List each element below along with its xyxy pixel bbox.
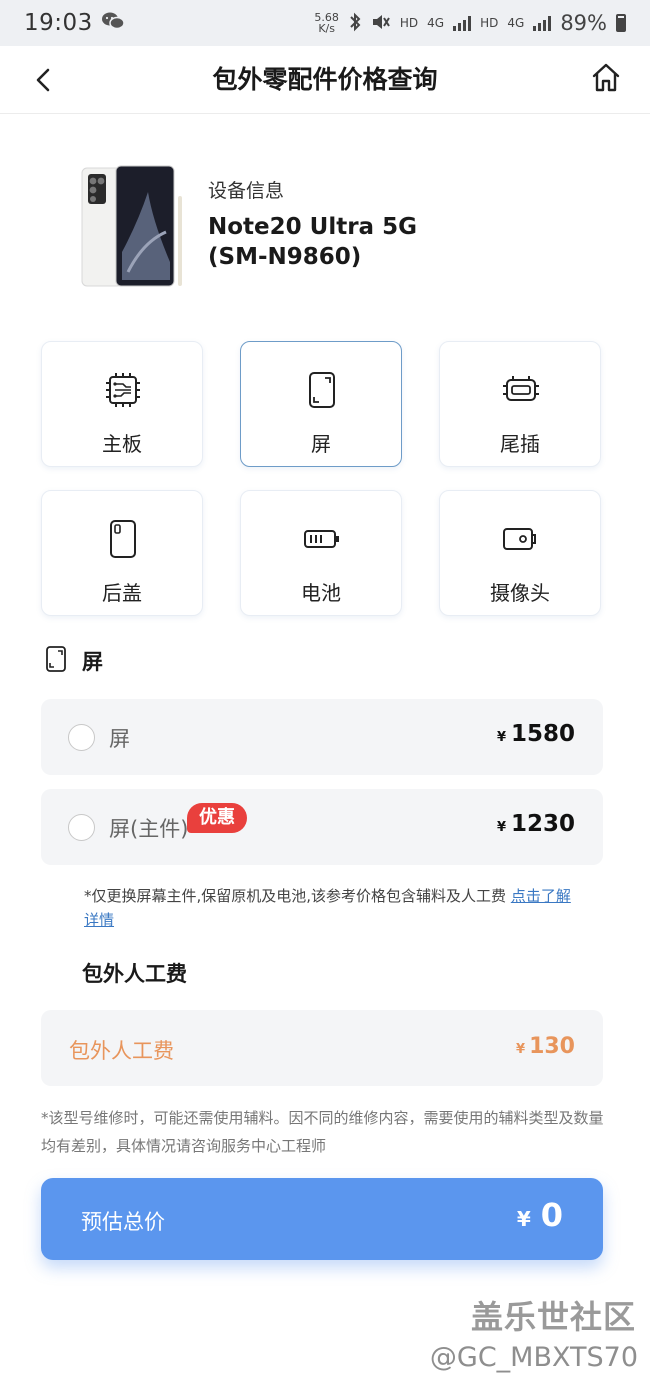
total-label: 预估总价 xyxy=(81,1210,165,1234)
battery-percent: 89% xyxy=(560,11,607,35)
network-type-1: 4G xyxy=(427,16,445,30)
labor-fee-row: 包外人工费 ¥130 xyxy=(41,1010,603,1086)
device-model-line1: Note20 Ultra 5G xyxy=(208,214,417,240)
option-name: 屏(主件) xyxy=(109,817,189,841)
part-label: 屏 xyxy=(311,432,331,456)
network-speed: 5.68 K/s xyxy=(314,11,339,35)
part-card-screen[interactable]: 屏 xyxy=(240,341,402,467)
watermark-user: @GC_MBXTS70 xyxy=(429,1342,638,1373)
device-info-label: 设备信息 xyxy=(208,180,285,202)
wechat-icon xyxy=(101,11,125,36)
device-model: Note20 Ultra 5G (SM-N9860) xyxy=(208,212,417,272)
labor-fee-name: 包外人工费 xyxy=(69,1039,174,1063)
battery-icon xyxy=(304,530,339,548)
part-label: 尾插 xyxy=(500,432,540,456)
device-image xyxy=(78,162,196,292)
option-name: 屏 xyxy=(109,727,130,751)
signal-icon-2 xyxy=(533,15,552,31)
section-title: 屏 xyxy=(82,650,103,674)
estimated-total-bar[interactable]: 预估总价 ¥0 xyxy=(41,1178,603,1260)
option-note: *仅更换屏幕主件,保留原机及电池,该参考价格包含辅料及人工费 点击了解详情 xyxy=(84,887,571,929)
battery-status-icon xyxy=(616,14,626,32)
mute-icon xyxy=(371,13,391,34)
labor-section-title: 包外人工费 xyxy=(82,962,187,986)
discount-badge: 优惠 xyxy=(187,803,247,833)
part-label: 后盖 xyxy=(102,581,142,605)
hd-label-1: HD xyxy=(399,16,419,30)
part-label: 主板 xyxy=(102,432,142,456)
total-amount: ¥0 xyxy=(516,1196,563,1234)
option-price: ¥1230 xyxy=(496,811,575,837)
screen-icon xyxy=(309,372,335,408)
part-label: 电池 xyxy=(301,581,341,605)
accessory-note: *该型号维修时，可能还需使用辅料。因不同的维修内容，需要使用的辅料类型及数量均有… xyxy=(41,1109,604,1155)
part-card-camera[interactable]: 摄像头 xyxy=(439,490,601,616)
part-card-back-cover[interactable]: 后盖 xyxy=(41,490,203,616)
back-cover-icon xyxy=(110,520,136,558)
signal-icon-1 xyxy=(453,15,472,31)
price-option-screen[interactable]: 屏 ¥1580 xyxy=(41,699,603,775)
page-title: 包外零配件价格查询 xyxy=(212,65,438,94)
part-card-battery[interactable]: 电池 xyxy=(240,490,402,616)
watermark-brand: 盖乐世社区 xyxy=(470,1298,636,1336)
home-icon xyxy=(592,63,620,92)
camera-icon xyxy=(503,528,536,550)
part-card-motherboard[interactable]: 主板 xyxy=(41,341,203,467)
device-model-line2: (SM-N9860) xyxy=(208,244,362,270)
radio-button[interactable] xyxy=(68,724,95,751)
nav-bar: 包外零配件价格查询 xyxy=(0,46,650,114)
price-option-screen-main[interactable]: 屏(主件) 优惠 ¥1230 xyxy=(41,789,603,865)
home-button[interactable] xyxy=(590,60,622,96)
option-price: ¥1580 xyxy=(496,721,575,747)
charging-port-icon xyxy=(503,376,539,401)
status-bar: 19:03 5.68 K/s HD 4G HD 4G 89% xyxy=(0,0,650,46)
network-type-2: 4G xyxy=(507,16,525,30)
status-right: 5.68 K/s HD 4G HD 4G 89% xyxy=(314,11,626,35)
labor-fee-price: ¥130 xyxy=(516,1034,575,1059)
hd-label-2: HD xyxy=(480,16,499,30)
part-card-charging-port[interactable]: 尾插 xyxy=(439,341,601,467)
screen-icon xyxy=(46,646,66,672)
bluetooth-icon xyxy=(348,12,362,35)
part-label: 摄像头 xyxy=(490,581,550,605)
radio-button[interactable] xyxy=(68,814,95,841)
status-time: 19:03 xyxy=(24,10,93,36)
motherboard-icon xyxy=(106,373,140,407)
